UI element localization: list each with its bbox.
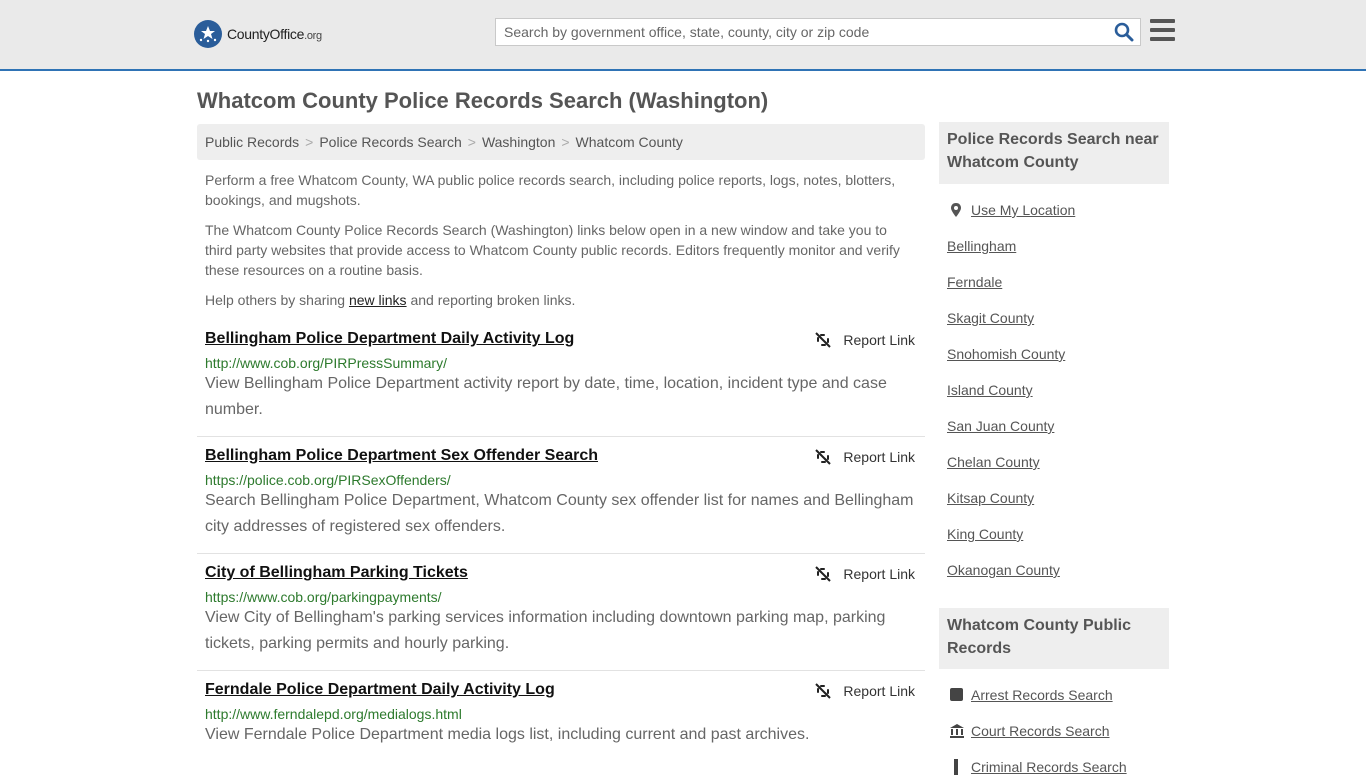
location-pin-icon — [951, 203, 961, 217]
nearby-link-bellingham[interactable]: Bellingham — [947, 238, 1016, 254]
logo-text: CountyOffice.org — [227, 26, 322, 42]
intro-text: Help others by sharing — [205, 292, 349, 308]
nearby-heading: Police Records Search near Whatcom Count… — [939, 122, 1169, 184]
hamburger-menu-icon[interactable] — [1150, 19, 1175, 41]
report-link-label: Report Link — [843, 566, 915, 582]
nearby-link-san-juan-county[interactable]: San Juan County — [947, 418, 1054, 434]
site-logo[interactable]: CountyOffice.org — [194, 20, 322, 48]
result-url: https://police.cob.org/PIRSexOffenders/ — [205, 472, 451, 488]
breadcrumb-whatcom-county[interactable]: Whatcom County — [576, 134, 683, 150]
result-description: View Bellingham Police Department activi… — [205, 375, 887, 418]
arrest-records-link[interactable]: Arrest Records Search — [971, 687, 1113, 703]
nearby-link-island-county[interactable]: Island County — [947, 382, 1033, 398]
public-records-heading: Whatcom County Public Records — [939, 608, 1169, 669]
report-link-label: Report Link — [843, 449, 915, 465]
result-url: https://www.cob.org/parkingpayments/ — [205, 589, 442, 605]
result-description: Search Bellingham Police Department, Wha… — [205, 492, 914, 535]
report-link-button[interactable]: Report Link — [815, 449, 915, 465]
result-url: http://www.ferndalepd.org/medialogs.html — [205, 706, 462, 722]
broken-link-icon — [815, 332, 832, 348]
logo-suffix: .org — [304, 30, 322, 42]
breadcrumb-separator: > — [305, 134, 314, 150]
nearby-link-ferndale[interactable]: Ferndale — [947, 274, 1002, 290]
site-header: CountyOffice.org — [0, 0, 1366, 71]
broken-link-icon — [815, 449, 832, 465]
use-my-location-link[interactable]: Use My Location — [971, 202, 1075, 218]
result-item: Ferndale Police Department Daily Activit… — [197, 681, 925, 768]
result-title-link[interactable]: City of Bellingham Parking Tickets — [205, 564, 468, 582]
report-link-label: Report Link — [843, 683, 915, 699]
breadcrumb-public-records[interactable]: Public Records — [205, 134, 299, 150]
report-link-button[interactable]: Report Link — [815, 566, 915, 582]
nearby-link-king-county[interactable]: King County — [947, 526, 1023, 542]
breadcrumb-separator: > — [561, 134, 570, 150]
result-description: View Ferndale Police Department media lo… — [205, 726, 810, 743]
breadcrumb-washington[interactable]: Washington — [482, 134, 555, 150]
court-records-link[interactable]: Court Records Search — [971, 723, 1110, 739]
intro-paragraph-1: Perform a free Whatcom County, WA public… — [205, 172, 896, 208]
nearby-link-okanogan-county[interactable]: Okanogan County — [947, 562, 1060, 578]
result-item: Bellingham Police Department Sex Offende… — [197, 447, 925, 554]
courthouse-icon — [950, 724, 964, 738]
search-input[interactable] — [496, 19, 1096, 45]
nearby-link-skagit-county[interactable]: Skagit County — [947, 310, 1034, 326]
logo-name: CountyOffice — [227, 26, 305, 42]
handcuff-icon — [954, 759, 958, 775]
nearby-link-chelan-county[interactable]: Chelan County — [947, 454, 1040, 470]
intro-paragraph-3: Help others by sharing new links and rep… — [205, 290, 917, 310]
search-icon[interactable] — [1114, 22, 1134, 42]
broken-link-icon — [815, 683, 832, 699]
intro-paragraph-2: The Whatcom County Police Records Search… — [205, 222, 900, 278]
new-links-link[interactable]: new links — [349, 292, 407, 308]
search-box — [495, 18, 1141, 46]
report-link-label: Report Link — [843, 332, 915, 348]
breadcrumb-separator: > — [467, 134, 476, 150]
result-item: City of Bellingham Parking Tickets Repor… — [197, 564, 925, 671]
report-link-button[interactable]: Report Link — [815, 683, 915, 699]
nearby-link-kitsap-county[interactable]: Kitsap County — [947, 490, 1034, 506]
square-icon — [950, 688, 963, 701]
result-title-link[interactable]: Ferndale Police Department Daily Activit… — [205, 681, 555, 699]
page-title: Whatcom County Police Records Search (Wa… — [197, 88, 769, 113]
criminal-records-link[interactable]: Criminal Records Search — [971, 759, 1127, 775]
nearby-link-snohomish-county[interactable]: Snohomish County — [947, 346, 1065, 362]
intro-text: and reporting broken links. — [406, 292, 576, 308]
result-description: View City of Bellingham's parking servic… — [205, 609, 886, 652]
broken-link-icon — [815, 566, 832, 582]
result-item: Bellingham Police Department Daily Activ… — [197, 330, 925, 437]
result-title-link[interactable]: Bellingham Police Department Sex Offende… — [205, 447, 598, 465]
result-title-link[interactable]: Bellingham Police Department Daily Activ… — [205, 330, 574, 348]
breadcrumb: Public Records > Police Records Search > Was… — [197, 124, 925, 160]
result-url: http://www.cob.org/PIRPressSummary/ — [205, 355, 447, 371]
logo-emblem-icon — [194, 20, 222, 48]
report-link-button[interactable]: Report Link — [815, 332, 915, 348]
breadcrumb-police-records[interactable]: Police Records Search — [319, 134, 461, 150]
